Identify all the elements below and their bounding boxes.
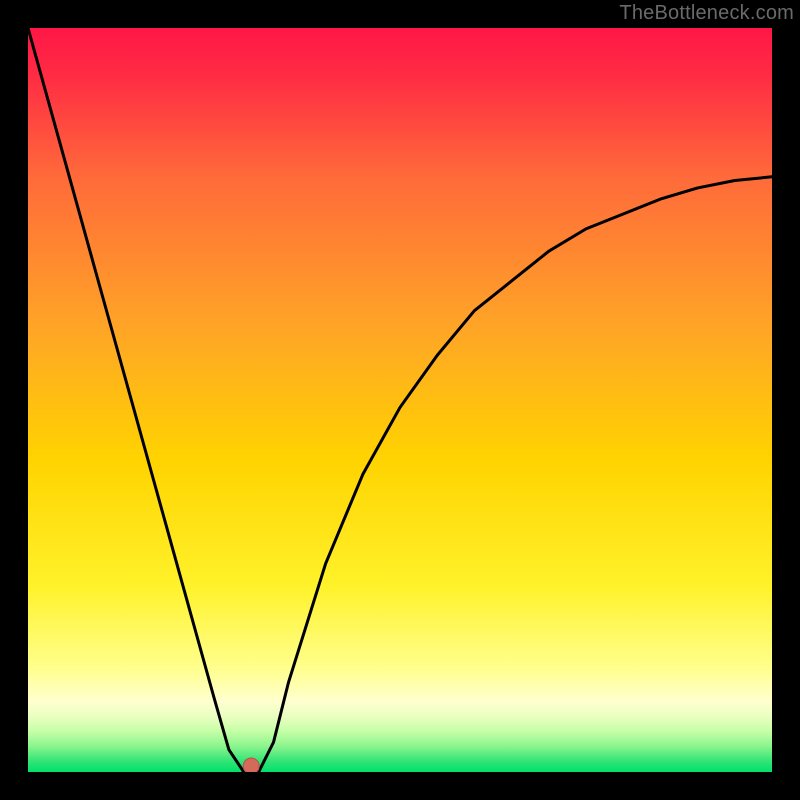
gradient-background [28, 28, 772, 772]
chart-svg [28, 28, 772, 772]
optimum-marker [243, 758, 259, 772]
plot-area [28, 28, 772, 772]
watermark-text: TheBottleneck.com [619, 2, 794, 25]
chart-frame: TheBottleneck.com [0, 0, 800, 800]
